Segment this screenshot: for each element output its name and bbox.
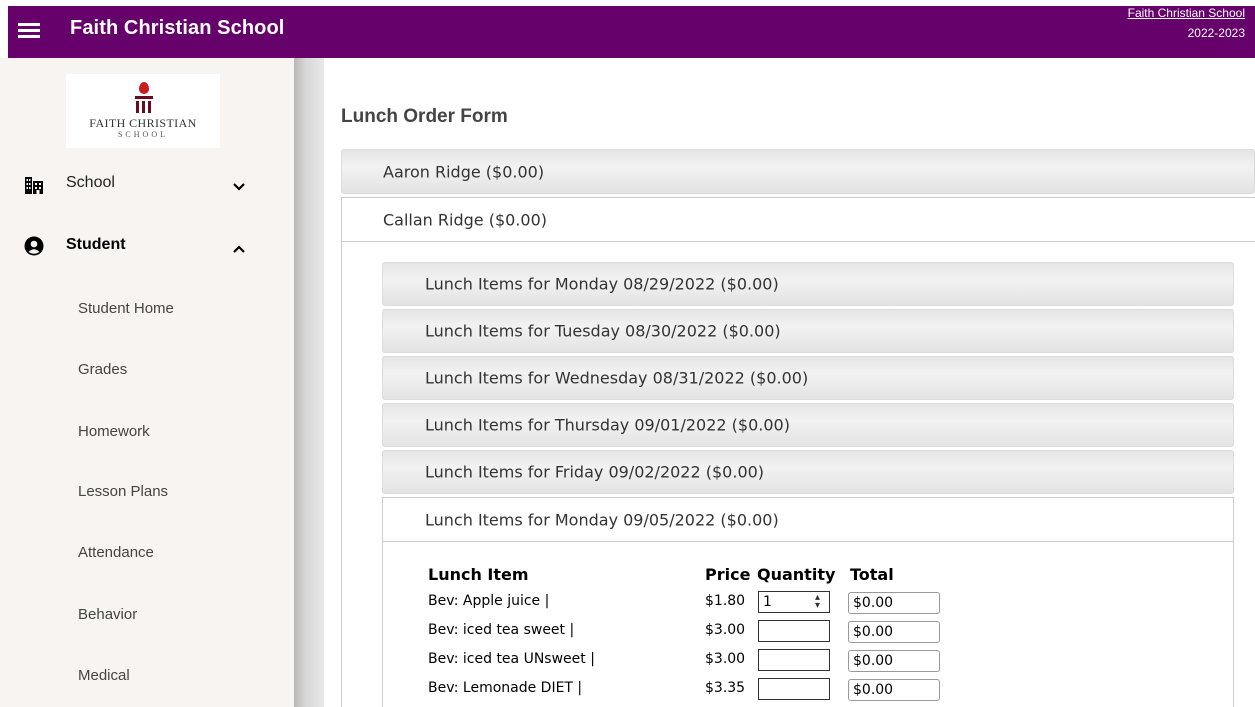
flame-icon xyxy=(139,82,149,94)
line-total-field: $0.00 xyxy=(848,621,940,643)
sidebar: FAITH CHRISTIAN SCHOOL School Student St… xyxy=(0,58,294,707)
chevron-down-icon xyxy=(233,284,247,298)
lunch-item-price: $3.00 xyxy=(705,651,746,667)
lunch-item-name: Bev: Apple juice | xyxy=(428,593,550,609)
line-total-field: $0.00 xyxy=(848,592,940,614)
quantity-input[interactable] xyxy=(758,678,830,700)
lunch-item-price: $3.00 xyxy=(705,622,746,638)
sidebar-item-label: School xyxy=(66,174,115,191)
line-total-field: $0.00 xyxy=(848,679,940,701)
sidebar-subitem-attendance[interactable]: Attendance xyxy=(78,544,154,561)
app-title: Faith Christian School xyxy=(70,17,285,39)
accordion-day-wed-0831[interactable]: Lunch Items for Wednesday 08/31/2022 ($0… xyxy=(382,356,1234,400)
accordion-label: Lunch Items for Friday 09/02/2022 ($0.00… xyxy=(425,462,765,482)
lunch-item-price: $1.80 xyxy=(705,593,746,609)
accordion-day-thu-0901[interactable]: Lunch Items for Thursday 09/01/2022 ($0.… xyxy=(382,403,1234,447)
sidebar-item-student[interactable]: Student xyxy=(0,226,294,266)
quantity-input[interactable] xyxy=(758,649,830,671)
school-logo: FAITH CHRISTIAN SCHOOL xyxy=(66,74,220,148)
user-circle-icon xyxy=(24,236,44,256)
sidebar-subitem-student-home[interactable]: Student Home xyxy=(78,300,174,317)
accordion-day-fri-0902[interactable]: Lunch Items for Friday 09/02/2022 ($0.00… xyxy=(382,450,1234,494)
sidebar-splitter[interactable] xyxy=(294,58,324,707)
quantity-input[interactable] xyxy=(758,620,830,642)
lunch-item-name: Bev: Lemonade DIET | xyxy=(428,680,583,696)
accordion-day-mon-0829[interactable]: Lunch Items for Monday 08/29/2022 ($0.00… xyxy=(382,262,1234,306)
accordion-label: Lunch Items for Wednesday 08/31/2022 ($0… xyxy=(425,368,809,388)
accordion-student-aaron[interactable]: Aaron Ridge ($0.00) xyxy=(341,149,1255,194)
column-header-lunch-item: Lunch Item xyxy=(428,565,529,584)
accordion-label: Lunch Items for Tuesday 08/30/2022 ($0.0… xyxy=(425,321,781,341)
sidebar-item-school[interactable]: School xyxy=(0,164,294,204)
sidebar-item-label: Student xyxy=(66,236,126,253)
accordion-label: Lunch Items for Thursday 09/01/2022 ($0.… xyxy=(425,415,790,435)
lunch-item-price: $3.35 xyxy=(705,680,746,696)
building-icon xyxy=(25,177,43,194)
column-header-total: Total xyxy=(850,565,894,584)
logo-text: FAITH CHRISTIAN xyxy=(89,116,197,130)
accordion-label: Lunch Items for Monday 08/29/2022 ($0.00… xyxy=(425,274,779,294)
accordion-label: Callan Ridge ($0.00) xyxy=(383,210,547,229)
pillar-icon xyxy=(135,96,153,113)
accordion-day-mon-0905[interactable]: Lunch Items for Monday 09/05/2022 ($0.00… xyxy=(382,497,1234,542)
accordion-day-tue-0830[interactable]: Lunch Items for Tuesday 08/30/2022 ($0.0… xyxy=(382,309,1234,353)
sidebar-subitem-homework[interactable]: Homework xyxy=(78,423,150,440)
lunch-item-name: Bev: iced tea UNsweet | xyxy=(428,651,595,667)
column-header-price: Price xyxy=(705,565,751,584)
chevron-up-icon xyxy=(233,245,245,253)
top-app-bar: Faith Christian School Faith Christian S… xyxy=(8,6,1255,58)
column-header-quantity: Quantity xyxy=(757,565,836,584)
line-total-field: $0.00 xyxy=(848,650,940,672)
school-year: 2022-2023 xyxy=(1187,26,1245,40)
hamburger-menu-icon[interactable] xyxy=(18,20,40,42)
logo-subtext: SCHOOL xyxy=(117,130,168,139)
sidebar-subitem-behavior[interactable]: Behavior xyxy=(78,606,137,623)
accordion-label: Lunch Items for Monday 09/05/2022 ($0.00… xyxy=(425,510,779,529)
sidebar-subitem-lesson-plans[interactable]: Lesson Plans xyxy=(78,483,168,500)
lunch-item-name: Bev: iced tea sweet | xyxy=(428,622,575,638)
school-name-link[interactable]: Faith Christian School xyxy=(1128,6,1245,20)
accordion-label: Aaron Ridge ($0.00) xyxy=(383,162,545,181)
page-title: Lunch Order Form xyxy=(341,106,508,127)
sidebar-subitem-grades[interactable]: Grades xyxy=(78,361,127,378)
chevron-down-icon xyxy=(233,183,245,191)
accordion-student-callan[interactable]: Callan Ridge ($0.00) xyxy=(341,197,1255,242)
sidebar-subitem-medical[interactable]: Medical xyxy=(78,667,130,684)
spinner-arrows-icon[interactable]: ▴ ▾ xyxy=(815,593,820,611)
